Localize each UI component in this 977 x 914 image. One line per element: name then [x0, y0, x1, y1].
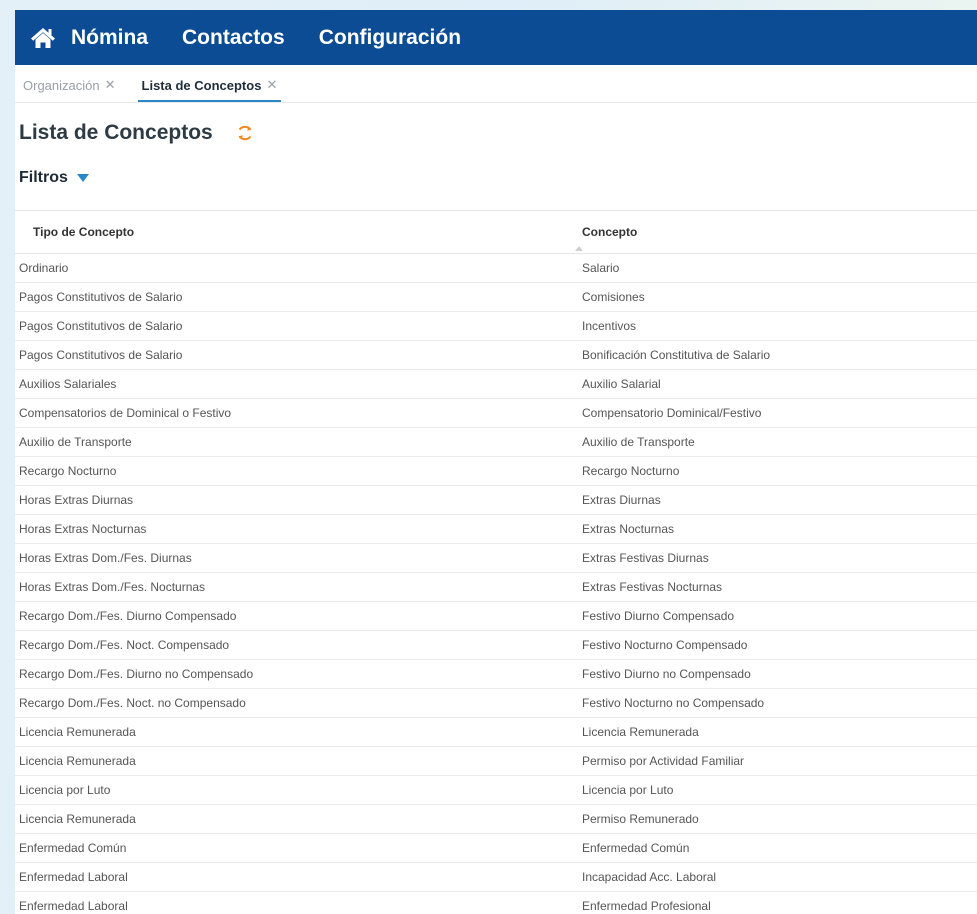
- tab-bar: Organización ✕ Lista de Conceptos ✕: [15, 65, 977, 103]
- home-icon: [31, 27, 55, 48]
- cell-concepto: Licencia Remunerada: [582, 717, 977, 747]
- page-header: Lista de Conceptos: [15, 111, 977, 155]
- table-row[interactable]: Recargo Dom./Fes. Noct. Compensado Festiv…: [15, 630, 977, 660]
- tab-label: Lista de Conceptos: [141, 77, 262, 93]
- cell-tipo-de-concepto: Recargo Dom./Fes. Diurno no Compensado: [15, 659, 582, 689]
- cell-tipo-de-concepto: Horas Extras Nocturnas: [15, 514, 582, 544]
- cell-tipo-de-concepto: Licencia Remunerada: [15, 746, 582, 776]
- cell-concepto: Auxilio Salarial: [582, 369, 977, 399]
- cell-concepto: Enfermedad Común: [582, 833, 977, 863]
- cell-concepto: Extras Nocturnas: [582, 514, 977, 544]
- cell-tipo-de-concepto: Licencia Remunerada: [15, 717, 582, 747]
- cell-concepto: Bonificación Constitutiva de Salario: [582, 340, 977, 370]
- nav-item-nomina[interactable]: Nómina: [71, 26, 148, 50]
- column-header-tipo-de-concepto[interactable]: Tipo de Concepto: [15, 211, 582, 254]
- cell-tipo-de-concepto: Licencia Remunerada: [15, 804, 582, 834]
- cell-tipo-de-concepto: Pagos Constitutivos de Salario: [15, 282, 582, 312]
- cell-tipo-de-concepto: Licencia por Luto: [15, 775, 582, 805]
- cell-concepto: Recargo Nocturno: [582, 456, 977, 486]
- cell-tipo-de-concepto: Compensatorios de Dominical o Festivo: [15, 398, 582, 428]
- cell-tipo-de-concepto: Recargo Dom./Fes. Noct. Compensado: [15, 630, 582, 660]
- cell-tipo-de-concepto: Recargo Dom./Fes. Noct. no Compensado: [15, 688, 582, 718]
- table-row[interactable]: Licencia Remunerada Permiso por Actividad…: [15, 746, 977, 776]
- app-window: Nómina Contactos Configuración Organizac…: [15, 10, 977, 914]
- cell-tipo-de-concepto: Recargo Nocturno: [15, 456, 582, 486]
- cell-tipo-de-concepto: Pagos Constitutivos de Salario: [15, 311, 582, 341]
- cell-concepto: Enfermedad Profesional: [582, 891, 977, 914]
- concepts-table: Tipo de Concepto Concepto Ordinario Salar…: [15, 211, 977, 914]
- page-title: Lista de Conceptos: [19, 121, 213, 144]
- caret-down-icon: [76, 173, 90, 183]
- tab-label: Organización: [23, 77, 100, 93]
- table-row[interactable]: Enfermedad Común Enfermedad Común: [15, 833, 977, 863]
- tab-organizacion[interactable]: Organización ✕: [19, 77, 120, 102]
- nav-item-configuracion[interactable]: Configuración: [319, 26, 461, 50]
- table-row[interactable]: Compensatorios de Dominical o Festivo Com…: [15, 398, 977, 428]
- table-row[interactable]: Recargo Dom./Fes. Noct. no Compensado Fes…: [15, 688, 977, 718]
- table-body: Ordinario Salario Pagos Constitutivos de S…: [15, 253, 977, 914]
- cell-concepto: Incapacidad Acc. Laboral: [582, 862, 977, 892]
- filters-toggle[interactable]: Filtros: [15, 163, 977, 193]
- cell-tipo-de-concepto: Enfermedad Laboral: [15, 862, 582, 892]
- cell-concepto: Comisiones: [582, 282, 977, 312]
- table-row[interactable]: Licencia Remunerada Licencia Remunerada: [15, 717, 977, 747]
- cell-concepto: Permiso por Actividad Familiar: [582, 746, 977, 776]
- home-button[interactable]: [15, 10, 71, 65]
- cell-tipo-de-concepto: Horas Extras Diurnas: [15, 485, 582, 515]
- nav-item-contactos[interactable]: Contactos: [182, 26, 285, 50]
- table-row[interactable]: Recargo Dom./Fes. Diurno no Compensado Fe…: [15, 659, 977, 689]
- close-icon[interactable]: ✕: [266, 77, 277, 93]
- table-row[interactable]: Horas Extras Dom./Fes. Nocturnas Extras F…: [15, 572, 977, 602]
- cell-concepto: Festivo Diurno Compensado: [582, 601, 977, 631]
- table-row[interactable]: Licencia por Luto Licencia por Luto: [15, 775, 977, 805]
- top-navigation-bar: Nómina Contactos Configuración: [15, 10, 977, 65]
- table-row[interactable]: Auxilio de Transporte Auxilio de Transpor…: [15, 427, 977, 457]
- cell-tipo-de-concepto: Pagos Constitutivos de Salario: [15, 340, 582, 370]
- table-row[interactable]: Pagos Constitutivos de Salario Incentivos: [15, 311, 977, 341]
- cell-concepto: Festivo Nocturno Compensado: [582, 630, 977, 660]
- cell-concepto: Extras Diurnas: [582, 485, 977, 515]
- table-row[interactable]: Licencia Remunerada Permiso Remunerado: [15, 804, 977, 834]
- table-row[interactable]: Horas Extras Nocturnas Extras Nocturnas: [15, 514, 977, 544]
- column-header-label: Concepto: [582, 225, 638, 239]
- cell-concepto: Permiso Remunerado: [582, 804, 977, 834]
- cell-concepto: Auxilio de Transporte: [582, 427, 977, 457]
- table-row[interactable]: Recargo Dom./Fes. Diurno Compensado Festi…: [15, 601, 977, 631]
- table-row[interactable]: Ordinario Salario: [15, 253, 977, 283]
- cell-concepto: Compensatorio Dominical/Festivo: [582, 398, 977, 428]
- table-row[interactable]: Pagos Constitutivos de Salario Bonificaci…: [15, 340, 977, 370]
- cell-concepto: Festivo Nocturno no Compensado: [582, 688, 977, 718]
- table-row[interactable]: Horas Extras Dom./Fes. Diurnas Extras Fes…: [15, 543, 977, 573]
- cell-tipo-de-concepto: Ordinario: [15, 253, 582, 283]
- close-icon[interactable]: ✕: [105, 77, 116, 93]
- cell-concepto: Extras Festivas Nocturnas: [582, 572, 977, 602]
- table-row[interactable]: Horas Extras Diurnas Extras Diurnas: [15, 485, 977, 515]
- table-header-row: Tipo de Concepto Concepto: [15, 211, 977, 254]
- table-row[interactable]: Enfermedad Laboral Enfermedad Profesional: [15, 891, 977, 914]
- cell-tipo-de-concepto: Auxilios Salariales: [15, 369, 582, 399]
- cell-tipo-de-concepto: Horas Extras Dom./Fes. Diurnas: [15, 543, 582, 573]
- cell-concepto: Extras Festivas Diurnas: [582, 543, 977, 573]
- cell-tipo-de-concepto: Enfermedad Laboral: [15, 891, 582, 914]
- cell-concepto: Licencia por Luto: [582, 775, 977, 805]
- refresh-button[interactable]: [235, 123, 255, 143]
- sort-ascending-icon: [575, 246, 583, 251]
- table-row[interactable]: Recargo Nocturno Recargo Nocturno: [15, 456, 977, 486]
- cell-concepto: Salario: [582, 253, 977, 283]
- cell-concepto: Festivo Diurno no Compensado: [582, 659, 977, 689]
- cell-tipo-de-concepto: Horas Extras Dom./Fes. Nocturnas: [15, 572, 582, 602]
- cell-tipo-de-concepto: Auxilio de Transporte: [15, 427, 582, 457]
- table-row[interactable]: Pagos Constitutivos de Salario Comisiones: [15, 282, 977, 312]
- concepts-table-container: Tipo de Concepto Concepto Ordinario Salar…: [15, 210, 977, 914]
- cell-tipo-de-concepto: Recargo Dom./Fes. Diurno Compensado: [15, 601, 582, 631]
- refresh-icon: [238, 125, 252, 141]
- table-row[interactable]: Enfermedad Laboral Incapacidad Acc. Labor…: [15, 862, 977, 892]
- cell-tipo-de-concepto: Enfermedad Común: [15, 833, 582, 863]
- column-header-concepto[interactable]: Concepto: [575, 211, 977, 254]
- table-row[interactable]: Auxilios Salariales Auxilio Salarial: [15, 369, 977, 399]
- filters-label: Filtros: [19, 169, 68, 186]
- cell-concepto: Incentivos: [582, 311, 977, 341]
- tab-lista-de-conceptos[interactable]: Lista de Conceptos ✕: [137, 77, 282, 102]
